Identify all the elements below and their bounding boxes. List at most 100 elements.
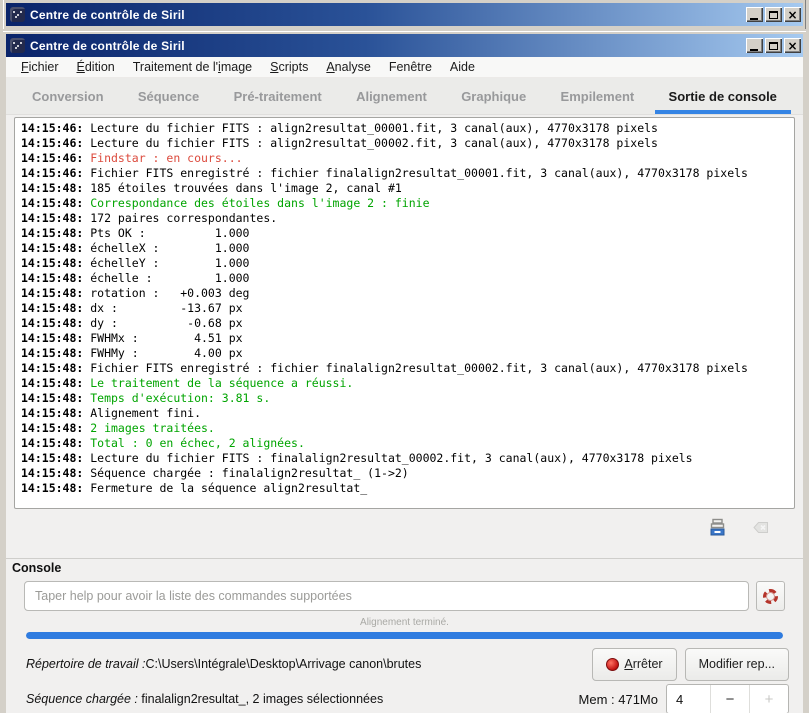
log-timestamp: 14:15:48: (21, 316, 84, 330)
maximize-button[interactable] (765, 38, 782, 53)
tab-strip: Conversion Séquence Pré-traitement Aligneme… (6, 78, 803, 115)
log-actions-row (6, 509, 803, 545)
log-message: Pts OK : 1.000 (83, 226, 250, 240)
log-line: 14:15:46: Lecture du fichier FITS : alig… (21, 121, 794, 136)
log-line: 14:15:48: Pts OK : 1.000 (21, 226, 794, 241)
log-timestamp: 14:15:48: (21, 256, 84, 270)
menu-item[interactable]: Analyse (317, 58, 379, 76)
progress-bar-fill (26, 632, 783, 639)
menu-item[interactable]: Édition (68, 58, 124, 76)
menu-item[interactable]: Aide (441, 58, 484, 76)
log-line: 14:15:48: Fermeture de la séquence align… (21, 481, 794, 496)
log-line: 14:15:48: Correspondance des étoiles dan… (21, 196, 794, 211)
log-message: Lecture du fichier FITS : align2resultat… (83, 136, 658, 150)
maximize-button[interactable] (765, 7, 782, 22)
log-line: 14:15:48: 185 étoiles trouvées dans l'im… (21, 181, 794, 196)
log-message: Total : 0 en échec, 2 alignées. (83, 436, 305, 450)
tab-label: Pré-traitement (233, 88, 322, 104)
log-line: 14:15:48: échelleX : 1.000 (21, 241, 794, 256)
log-message: Fichier FITS enregistré : fichier finala… (83, 361, 748, 375)
command-input[interactable] (24, 581, 749, 611)
thread-spinner-value[interactable]: 4 (667, 685, 710, 713)
log-line: 14:15:46: Lecture du fichier FITS : alig… (21, 136, 794, 151)
log-timestamp: 14:15:48: (21, 271, 84, 285)
titlebar-background-window: Centre de contrôle de Siril × (6, 3, 803, 26)
log-line: 14:15:48: dy : -0.68 px (21, 316, 794, 331)
log-timestamp: 14:15:48: (21, 196, 84, 210)
stop-button[interactable]: Arrêter (592, 647, 677, 681)
background-window: Centre de contrôle de Siril × (0, 0, 809, 29)
log-line: 14:15:48: FWHMy : 4.00 px (21, 346, 794, 361)
workdir-path: C:\Users\Intégrale\Desktop\Arrivage cano… (145, 657, 422, 671)
log-timestamp: 14:15:48: (21, 481, 84, 495)
log-line: 14:15:48: Fichier FITS enregistré : fich… (21, 361, 794, 376)
tab[interactable]: Sortie de console (654, 78, 791, 114)
log-timestamp: 14:15:46: (21, 121, 84, 135)
titlebar-main-window[interactable]: Centre de contrôle de Siril × (6, 34, 803, 57)
clear-log-button[interactable] (751, 517, 771, 537)
tab-label: Sortie de console (668, 88, 777, 104)
console-log-view[interactable]: 14:15:46: Lecture du fichier FITS : alig… (14, 117, 795, 509)
log-line: 14:15:48: rotation : +0.003 deg (21, 286, 794, 301)
change-dir-button[interactable]: Modifier rep... (684, 647, 789, 681)
workdir-label: Répertoire de travail : (26, 657, 146, 671)
close-button[interactable]: × (784, 7, 801, 22)
sequence-row: Séquence chargée : finalalign2resultat_,… (26, 684, 789, 713)
tab-label: Conversion (32, 88, 104, 104)
tab-label: Empilement (560, 88, 635, 104)
stop-record-icon (606, 657, 620, 671)
tab[interactable]: Empilement (547, 78, 649, 114)
log-message: Séquence chargée : finalalign2resultat_ … (83, 466, 409, 480)
menu-bar: Fichier Édition Traitement de l'image Scrip… (6, 57, 803, 78)
tab[interactable]: Conversion (18, 78, 118, 114)
minimize-button[interactable] (746, 38, 763, 53)
log-message: échelleX : 1.000 (83, 241, 250, 255)
export-log-icon (710, 518, 724, 535)
log-timestamp: 14:15:48: (21, 301, 84, 315)
log-line: 14:15:48: Le traitement de la séquence a… (21, 376, 794, 391)
change-dir-label: Modifier rep... (698, 657, 775, 671)
siril-app-icon (10, 7, 25, 22)
log-line: 14:15:48: dx : -13.67 px (21, 301, 794, 316)
command-help-button[interactable] (756, 581, 785, 611)
menu-item[interactable]: Traitement de l'image (124, 58, 261, 76)
log-message: Le traitement de la séquence a réussi. (83, 376, 354, 390)
menu-item[interactable]: Fenêtre (380, 58, 441, 76)
log-line: 14:15:46: Fichier FITS enregistré : fich… (21, 166, 794, 181)
tab[interactable]: Alignement (342, 78, 441, 114)
clear-log-icon (752, 521, 768, 533)
log-line: 14:15:48: Lecture du fichier FITS : fina… (21, 451, 794, 466)
close-button[interactable]: × (784, 38, 801, 53)
workdir-row: Répertoire de travail :C:\Users\Intégral… (26, 647, 789, 681)
log-timestamp: 14:15:48: (21, 181, 84, 195)
close-icon: × (787, 7, 798, 22)
log-timestamp: 14:15:48: (21, 226, 84, 240)
minimize-button[interactable] (746, 7, 763, 22)
log-message: Correspondance des étoiles dans l'image … (83, 196, 430, 210)
log-line: 14:15:48: 2 images traitées. (21, 421, 794, 436)
log-line: 14:15:48: échelleY : 1.000 (21, 256, 794, 271)
tab[interactable]: Pré-traitement (220, 78, 336, 114)
minimize-icon (749, 17, 758, 20)
menu-item[interactable]: Fichier (12, 58, 68, 76)
log-timestamp: 14:15:46: (21, 136, 84, 150)
maximize-icon (769, 10, 778, 19)
spinner-increase-button[interactable]: + (749, 685, 788, 713)
menu-item[interactable]: Scripts (261, 58, 317, 76)
tab[interactable]: Graphique (447, 78, 540, 114)
log-message: rotation : +0.003 deg (83, 286, 250, 300)
lifebuoy-icon (763, 588, 778, 604)
log-timestamp: 14:15:46: (21, 151, 84, 165)
console-section: Console (6, 558, 803, 611)
export-log-button[interactable] (707, 517, 727, 537)
log-line: 14:15:48: 172 paires correspondantes. (21, 211, 794, 226)
progress-bar (26, 632, 783, 639)
spinner-decrease-button[interactable]: − (710, 685, 749, 713)
log-message: 185 étoiles trouvées dans l'image 2, can… (83, 181, 402, 195)
tab[interactable]: Séquence (124, 78, 213, 114)
tab-label: Séquence (137, 88, 200, 104)
log-timestamp: 14:15:48: (21, 466, 84, 480)
main-window: Centre de contrôle de Siril × Fichier Édi… (0, 29, 809, 713)
log-timestamp: 14:15:48: (21, 331, 84, 345)
log-message: échelle : 1.000 (83, 271, 250, 285)
